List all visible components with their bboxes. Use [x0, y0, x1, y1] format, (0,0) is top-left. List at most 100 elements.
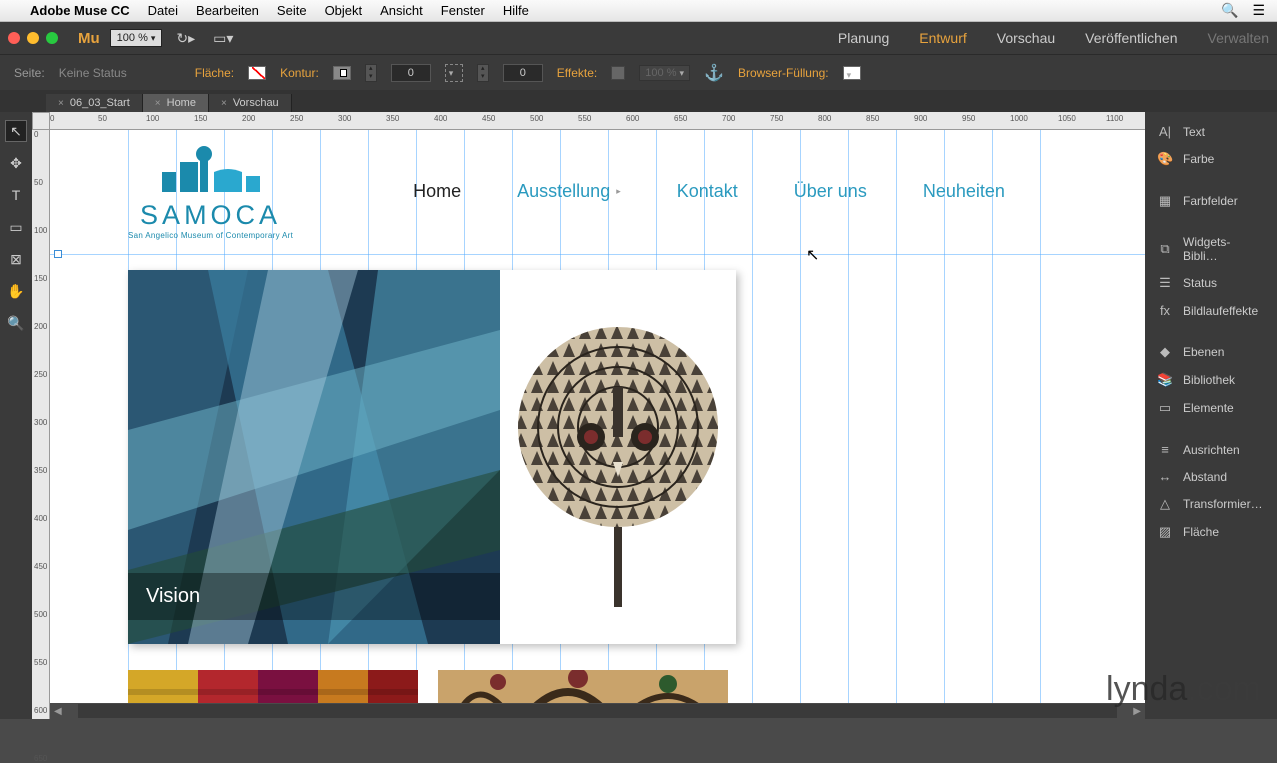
- design-canvas[interactable]: SAMOCA San Angelico Museum of Contempora…: [50, 130, 1145, 719]
- panel-elemente[interactable]: ▭Elemente: [1145, 394, 1277, 422]
- site-nav: Home Ausstellung▸ Kontakt Über uns Neuhe…: [413, 181, 1005, 202]
- panel-icon: ≡: [1157, 442, 1173, 457]
- menu-fenster[interactable]: Fenster: [441, 3, 485, 18]
- menu-objekt[interactable]: Objekt: [325, 3, 363, 18]
- close-tab-icon[interactable]: ×: [58, 98, 64, 109]
- panel-ebenen[interactable]: ◆Ebenen: [1145, 338, 1277, 366]
- effekte-opacity[interactable]: 100 %: [639, 65, 690, 81]
- panel-transformier[interactable]: △Transformier…: [1145, 490, 1277, 518]
- panel-bibliothek[interactable]: 📚Bibliothek: [1145, 366, 1277, 394]
- nav-label: Home: [413, 181, 461, 202]
- nav-ausstellung[interactable]: Ausstellung▸: [517, 181, 621, 202]
- ruler-origin[interactable]: [32, 112, 50, 130]
- panel-abstand[interactable]: ↔ Abstand: [1145, 463, 1277, 490]
- menu-bearbeiten[interactable]: Bearbeiten: [196, 3, 259, 18]
- panel-icon: ↔: [1157, 469, 1173, 484]
- mode-publish[interactable]: Veröffentlichen: [1085, 30, 1177, 46]
- site-logo[interactable]: SAMOCA San Angelico Museum of Contempora…: [128, 142, 293, 240]
- nav-label: Ausstellung: [517, 181, 610, 202]
- crop-tool[interactable]: ✥: [5, 152, 27, 174]
- mode-plan[interactable]: Planung: [838, 30, 889, 46]
- minimize-window-button[interactable]: [27, 32, 39, 44]
- panel-text[interactable]: A|Text: [1145, 118, 1277, 145]
- mode-tabs: Planung Entwurf Vorschau Veröffentlichen…: [838, 30, 1269, 46]
- logo-name: SAMOCA: [140, 200, 281, 231]
- panel-label: Elemente: [1183, 401, 1234, 415]
- tab-vorschau[interactable]: ×Vorschau: [209, 94, 292, 112]
- scroll-left-icon[interactable]: ◀: [50, 706, 66, 717]
- horizontal-scrollbar[interactable]: ◀ ▶: [50, 703, 1145, 719]
- zoom-window-button[interactable]: [46, 32, 58, 44]
- close-window-button[interactable]: [8, 32, 20, 44]
- zoom-tool[interactable]: 🔍: [5, 312, 27, 334]
- nav-neuheiten[interactable]: Neuheiten: [923, 181, 1005, 202]
- mode-manage[interactable]: Verwalten: [1208, 30, 1269, 46]
- hero-row[interactable]: Vision: [128, 270, 736, 644]
- rectangle-tool[interactable]: ▭: [5, 216, 27, 238]
- frame-tool[interactable]: ⊠: [5, 248, 27, 270]
- nav-home[interactable]: Home: [413, 181, 461, 202]
- horizontal-ruler[interactable]: 0501001502002503003504004505005506006507…: [50, 112, 1145, 130]
- zoom-level-dropdown[interactable]: 100 %: [110, 29, 163, 47]
- sync-icon[interactable]: ↻▸: [172, 30, 199, 47]
- tab-label: Home: [167, 97, 196, 109]
- effekte-checkbox[interactable]: [611, 66, 625, 80]
- effekte-label: Effekte:: [557, 66, 597, 80]
- text-tool[interactable]: T: [5, 184, 27, 206]
- logo-mark-icon: [156, 142, 266, 196]
- screen-icon[interactable]: ▭▾: [209, 30, 237, 47]
- panel-widgetsbibli[interactable]: ⧉Widgets-Bibli…: [1145, 229, 1277, 269]
- panel-bildlaufeffekte[interactable]: fxBildlaufeffekte: [1145, 297, 1277, 324]
- flaeche-swatch[interactable]: [248, 66, 266, 80]
- nav-kontakt[interactable]: Kontakt: [677, 181, 738, 202]
- tab-home[interactable]: × Home: [143, 94, 209, 112]
- nav-ueber-uns[interactable]: Über uns: [794, 181, 867, 202]
- panel-label: Abstand: [1183, 470, 1227, 484]
- tab-06-03-start[interactable]: ×06_03_Start: [46, 94, 143, 112]
- panel-icon: △: [1157, 496, 1173, 512]
- watermark: lynda.com: [1106, 670, 1261, 709]
- toolbox: ↖ ✥ T ▭ ⊠ ✋ 🔍: [0, 112, 32, 719]
- hero-image-right[interactable]: [500, 270, 736, 644]
- panel-ausrichten[interactable]: ≡Ausrichten: [1145, 436, 1277, 463]
- mode-design[interactable]: Entwurf: [919, 30, 966, 46]
- panel-farbfelder[interactable]: ▦Farbfelder: [1145, 187, 1277, 215]
- mode-preview[interactable]: Vorschau: [997, 30, 1055, 46]
- menu-datei[interactable]: Datei: [148, 3, 178, 18]
- kontur-value[interactable]: 0: [391, 64, 431, 82]
- hand-tool[interactable]: ✋: [5, 280, 27, 302]
- selection-tool[interactable]: ↖: [5, 120, 27, 142]
- anchor-icon[interactable]: ⚓: [704, 63, 724, 83]
- browser-fill-swatch[interactable]: [843, 66, 861, 80]
- panel-label: Widgets-Bibli…: [1183, 235, 1265, 263]
- panel-flche[interactable]: ▨Fläche: [1145, 518, 1277, 546]
- browser-fill-label: Browser-Füllung:: [738, 66, 829, 80]
- muse-logo-icon: Mu: [78, 30, 100, 47]
- spotlight-icon[interactable]: 🔍: [1221, 2, 1238, 19]
- menu-extras-icon[interactable]: ☰: [1252, 2, 1265, 19]
- close-tab-icon[interactable]: ×: [155, 98, 161, 109]
- seite-value[interactable]: Keine Status: [59, 66, 127, 80]
- kontur-stepper[interactable]: ▴▾: [365, 64, 377, 82]
- close-tab-icon[interactable]: ×: [221, 98, 227, 109]
- menu-seite[interactable]: Seite: [277, 3, 307, 18]
- watermark-suffix: .com: [1187, 670, 1261, 708]
- panel-status[interactable]: ☰Status: [1145, 269, 1277, 297]
- hero-image-left[interactable]: Vision: [128, 270, 500, 644]
- scrollbar-track[interactable]: [78, 704, 1118, 718]
- kontur-swatch[interactable]: [333, 66, 351, 80]
- canvas-area: 0501001502002503003504004505005506006507…: [32, 112, 1145, 719]
- menu-hilfe[interactable]: Hilfe: [503, 3, 529, 18]
- panel-farbe[interactable]: 🎨Farbe: [1145, 145, 1277, 173]
- corner-value[interactable]: 0: [503, 64, 543, 82]
- menu-ansicht[interactable]: Ansicht: [380, 3, 423, 18]
- corner-stepper[interactable]: ▴▾: [477, 64, 489, 82]
- panel-label: Fläche: [1183, 525, 1219, 539]
- corner-radius-icon[interactable]: [445, 64, 463, 82]
- panel-icon: ☰: [1157, 275, 1173, 291]
- guide-handle[interactable]: [54, 250, 62, 258]
- vertical-ruler[interactable]: 050100150200250300350400450500550600650: [32, 130, 50, 719]
- app-name[interactable]: Adobe Muse CC: [30, 3, 130, 18]
- panel-label: Farbe: [1183, 152, 1214, 166]
- panel-icon: ▦: [1157, 193, 1173, 209]
